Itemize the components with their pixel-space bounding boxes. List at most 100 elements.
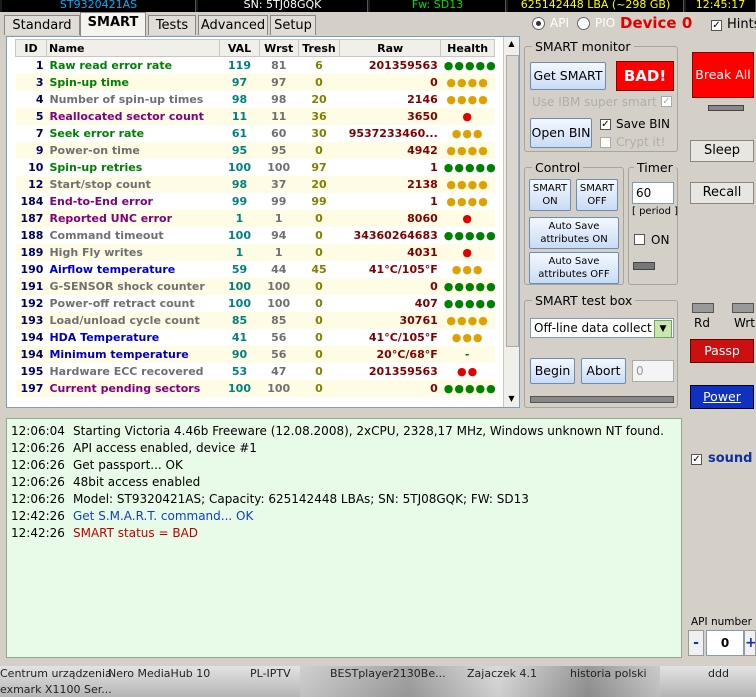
auto-save-on-line1: Auto Save — [548, 221, 600, 232]
table-row[interactable]: 194 Minimum temperature 90 56 0 20°C/68°F - — [15, 346, 495, 363]
attr-raw: 4031 — [407, 246, 438, 259]
attr-val: 90 — [231, 348, 248, 361]
attr-raw: 201359563 — [368, 59, 438, 72]
attr-name: Airflow temperature — [49, 263, 176, 276]
ibm-super-smart-label: Use IBM super smart — [532, 95, 657, 109]
event-log[interactable]: 12:06:04 Starting Victoria 4.46b Freeware… — [6, 418, 682, 658]
table-row[interactable]: 190 Airflow temperature 59 44 45 41°C/105°F ●●… — [15, 261, 495, 278]
api-radio[interactable] — [532, 17, 545, 30]
table-row[interactable]: 4 Number of spin-up times 98 98 20 2146 ●●●● — [15, 91, 495, 108]
table-row[interactable]: 195 Hardware ECC recovered 53 47 0 201359563 ●… — [15, 363, 495, 380]
table-row[interactable]: 7 Seek error rate 61 60 30 9537233460... ●●● — [15, 125, 495, 142]
attr-id: 5 — [35, 110, 44, 123]
test-status-field[interactable]: 0 — [632, 360, 674, 382]
ibm-super-smart-checkbox[interactable]: ✓ — [661, 96, 672, 107]
table-row[interactable]: 194 HDA Temperature 41 56 0 41°C/105°F ●●● — [15, 329, 495, 346]
table-row[interactable]: 184 End-to-End error 99 99 99 1 ●●●● — [15, 193, 495, 210]
table-row[interactable]: 1 Raw read error rate 119 81 6 201359563 ●●●●● — [15, 56, 495, 74]
attr-val: 98 — [231, 178, 248, 191]
attr-val: 59 — [231, 263, 248, 276]
tab-tests[interactable]: Tests — [148, 15, 196, 35]
smart-off-button[interactable]: SMART OFF — [576, 179, 618, 211]
table-row[interactable]: 12 Start/stop count 98 37 20 2138 ●●●● — [15, 176, 495, 193]
power-button[interactable]: Power — [690, 385, 754, 409]
save-bin-checkbox[interactable]: ✓ — [600, 119, 611, 130]
taskbar-item[interactable]: PL-IPTV — [250, 667, 291, 680]
chevron-down-icon[interactable]: ▼ — [654, 320, 672, 338]
table-row[interactable]: 187 Reported UNC error 1 1 0 8060 ● — [15, 210, 495, 227]
table-row[interactable]: 192 Power-off retract count 100 100 0 407 ●●●●… — [15, 295, 495, 312]
tab-standard[interactable]: Standard — [4, 15, 80, 35]
col-name-header[interactable]: Name — [45, 39, 221, 57]
log-time: 12:06:26 — [11, 458, 65, 472]
attr-tresh: 99 — [311, 195, 327, 208]
api-number-increment[interactable]: + — [744, 630, 756, 656]
auto-save-off-button[interactable]: Auto Save attributes OFF — [529, 252, 619, 284]
table-row[interactable]: 5 Reallocated sector count 11 11 36 3650 ● — [15, 108, 495, 125]
sound-checkbox[interactable]: ✓ — [691, 454, 702, 465]
attr-val: 61 — [231, 127, 248, 140]
col-val-header[interactable]: VAL — [219, 39, 260, 57]
attr-id: 187 — [20, 212, 44, 225]
scroll-down-icon[interactable]: ▼ — [506, 394, 517, 405]
col-tresh-header[interactable]: Tresh — [297, 39, 341, 57]
col-health-header[interactable]: Health — [440, 39, 495, 57]
table-scrollbar[interactable]: ▲ ▼ — [503, 37, 519, 407]
passp-button[interactable]: Passp — [690, 339, 754, 363]
log-message: Starting Victoria 4.46b Freeware (12.08.… — [73, 424, 664, 438]
table-row[interactable]: 193 Load/unload cycle count 85 85 0 30761 ●●●● — [15, 312, 495, 329]
auto-save-on-button[interactable]: Auto Save attributes ON — [529, 217, 619, 249]
col-wrst-header[interactable]: Wrst — [258, 39, 299, 57]
abort-button[interactable]: Abort — [581, 358, 626, 384]
table-row[interactable]: 3 Spin-up time 97 97 0 0 ●●●● — [15, 74, 495, 91]
attr-wrst: 44 — [271, 263, 287, 276]
scroll-up-icon[interactable]: ▲ — [506, 39, 517, 50]
attr-id: 184 — [20, 195, 44, 208]
smart-on-line2: ON — [542, 196, 558, 207]
get-smart-button[interactable]: Get SMART — [530, 62, 606, 90]
open-bin-button[interactable]: Open BIN — [530, 118, 592, 148]
taskbar-item[interactable]: historia polski — [570, 667, 647, 680]
taskbar-item[interactable]: Nero MediaHub 10 — [108, 667, 210, 680]
smart-on-button[interactable]: SMART ON — [529, 179, 571, 211]
table-row[interactable]: 9 Power-on time 95 95 0 4942 ●●●● — [15, 142, 495, 159]
taskbar-item[interactable]: Zajaczek 4.1 — [467, 667, 537, 680]
taskbar-item[interactable]: exmark X1100 Ser... — [0, 683, 112, 696]
table-row[interactable]: 10 Spin-up retries 100 100 97 1 ●●●●● — [15, 159, 495, 176]
api-number-decrement[interactable]: - — [688, 630, 704, 656]
break-all-button[interactable]: Break All — [692, 52, 754, 98]
pio-radio[interactable] — [577, 17, 590, 30]
tab-smart[interactable]: SMART — [80, 12, 146, 36]
table-row[interactable]: 197 Current pending sectors 100 100 0 0 ●●●●● — [15, 380, 495, 397]
log-entry: 12:06:26 Get passport... OK — [11, 457, 183, 474]
table-row[interactable]: 188 Command timeout 100 94 0 34360264683 ●●●●● — [15, 227, 495, 244]
test-type-select[interactable]: Off-line data collect ▼ — [530, 318, 674, 338]
begin-button[interactable]: Begin — [530, 358, 575, 384]
crypt-it-checkbox[interactable] — [600, 137, 611, 148]
taskbar-item[interactable]: Centrum urządzenia — [0, 667, 112, 680]
timer-input[interactable]: 60 — [632, 182, 674, 204]
attr-name: HDA Temperature — [49, 331, 160, 344]
col-raw-header[interactable]: Raw — [339, 39, 442, 57]
tab-advanced[interactable]: Advanced — [198, 15, 268, 35]
hints-checkbox[interactable]: ✓ — [711, 20, 722, 31]
api-number-input[interactable]: 0 — [706, 630, 744, 656]
attr-tresh: 0 — [315, 144, 323, 157]
recall-button[interactable]: Recall — [690, 182, 754, 204]
col-id-header[interactable]: ID — [15, 39, 47, 57]
timer-on-checkbox[interactable] — [634, 234, 645, 245]
attr-raw: 9537233460... — [348, 127, 438, 140]
taskbar-item[interactable]: BESTplayer2130Be... — [330, 667, 446, 680]
scroll-thumb[interactable] — [506, 55, 519, 347]
attr-wrst: 11 — [271, 110, 287, 123]
radio-dot-icon — [536, 21, 541, 26]
attr-val: 98 — [231, 93, 248, 106]
table-row[interactable]: 189 High Fly writes 1 1 0 4031 ● — [15, 244, 495, 261]
sleep-button[interactable]: Sleep — [690, 140, 754, 162]
taskbar-item[interactable]: ddd — [708, 667, 729, 680]
attr-val: 85 — [231, 314, 248, 327]
attr-id: 12 — [28, 178, 44, 191]
attr-wrst: 94 — [271, 229, 287, 242]
table-row[interactable]: 191 G-SENSOR shock counter 100 100 0 0 ●●●●● — [15, 278, 495, 295]
tab-setup[interactable]: Setup — [270, 15, 316, 35]
